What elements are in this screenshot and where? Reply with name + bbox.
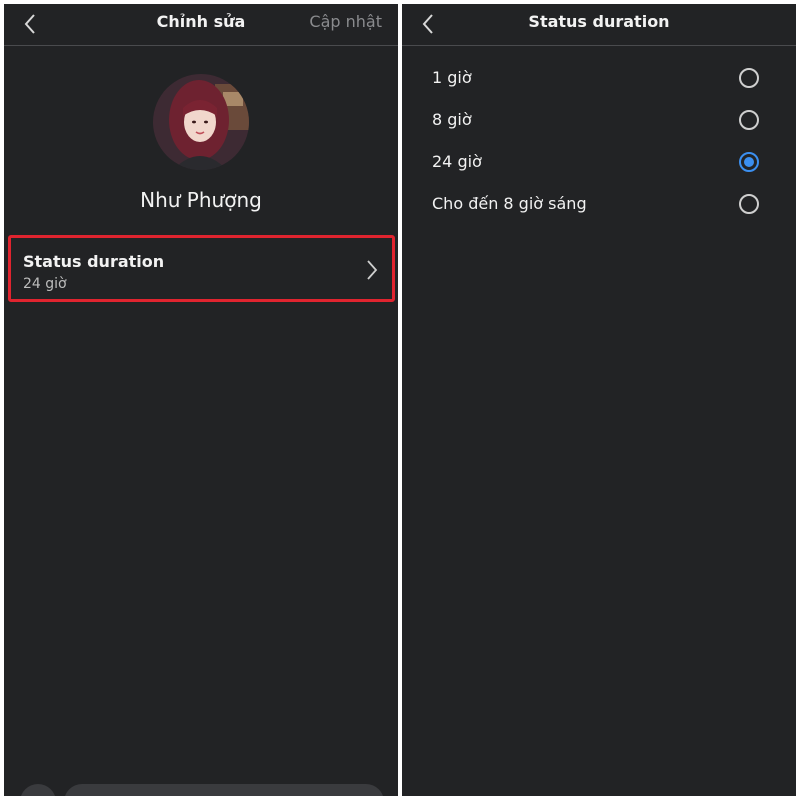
radio-button[interactable]	[739, 68, 759, 88]
status-duration-screen: Status duration 1 giờ 8 giờ 24 giờ Cho đ…	[402, 4, 796, 796]
option-1-hour[interactable]: 1 giờ	[402, 58, 796, 98]
status-duration-value: 24 giờ	[23, 276, 67, 292]
bottom-button[interactable]	[20, 784, 56, 796]
option-label: Cho đến 8 giờ sáng	[432, 194, 587, 213]
status-duration-title: Status duration	[23, 252, 165, 271]
radio-button[interactable]	[739, 110, 759, 130]
option-24-hours[interactable]: 24 giờ	[402, 142, 796, 182]
option-label: 1 giờ	[432, 68, 472, 87]
bottom-input[interactable]	[64, 784, 384, 796]
avatar[interactable]	[153, 74, 249, 170]
option-until-8am[interactable]: Cho đến 8 giờ sáng	[402, 184, 796, 224]
edit-header: Chỉnh sửa Cập nhật	[4, 4, 398, 46]
chevron-right-icon	[367, 260, 378, 280]
status-duration-row[interactable]: Status duration 24 giờ	[8, 235, 395, 302]
option-label: 24 giờ	[432, 152, 482, 171]
option-8-hours[interactable]: 8 giờ	[402, 100, 796, 140]
status-duration-header: Status duration	[402, 4, 796, 46]
radio-button[interactable]	[739, 152, 759, 172]
profile-name: Như Phượng	[140, 188, 262, 212]
edit-screen: Chỉnh sửa Cập nhật Như Phượng Status dur…	[4, 4, 398, 796]
page-title: Status duration	[528, 12, 670, 31]
radio-button[interactable]	[739, 194, 759, 214]
update-button[interactable]: Cập nhật	[309, 12, 382, 31]
option-label: 8 giờ	[432, 110, 472, 129]
